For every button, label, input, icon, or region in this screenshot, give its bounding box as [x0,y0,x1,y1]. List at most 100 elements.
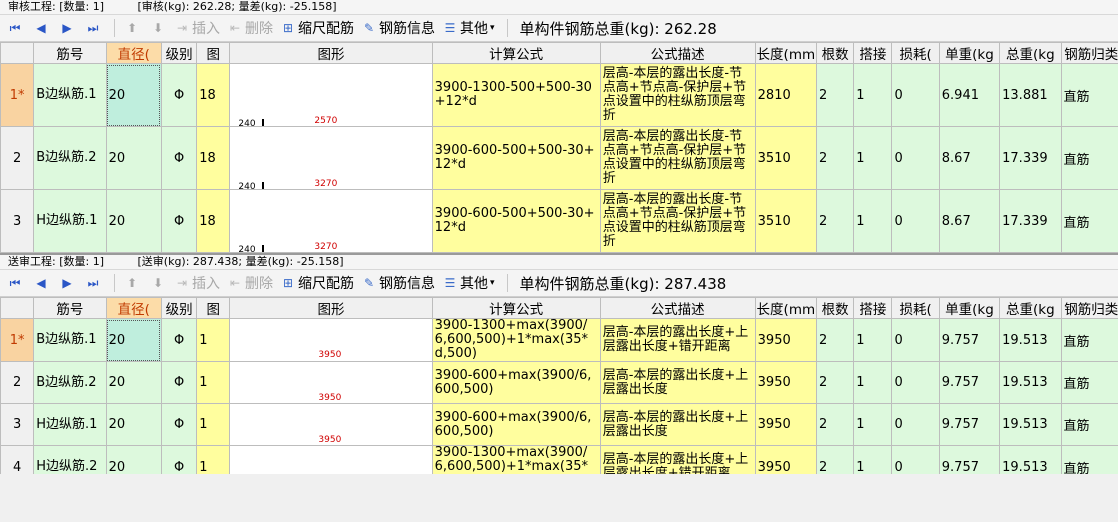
move-up-icon[interactable]: ⬆ [121,17,143,39]
column-header[interactable]: 单重(kg [938,297,1001,319]
loss-cell[interactable]: 0 [891,403,940,446]
lap-cell[interactable]: 1 [853,361,893,404]
unit-weight-cell[interactable]: 9.757 [938,445,1001,474]
last-record-icon[interactable]: ⏭ [82,272,104,294]
column-header[interactable]: 图形 [229,297,433,319]
table-row[interactable]: 1* B边纵筋.1 20 Φ 18 240 2570 3900-1300-500+500-30… [0,63,1118,127]
scale-rebar-button[interactable]: ⊞ 缩尺配筋 [279,17,356,39]
length-cell[interactable]: 3950 [754,318,818,362]
column-header[interactable]: 总重(kg [999,42,1062,64]
shape-cell[interactable]: 3950 [229,318,433,362]
formula-cell[interactable]: 3900-600+max(3900/6,600,500) [431,361,601,404]
loss-cell[interactable]: 0 [891,126,940,190]
shape-cell[interactable]: 240 3270 [229,126,433,190]
description-cell[interactable]: 层高-本层的露出长度-节点高+节点高-保护层+节点设置中的柱纵筋顶层弯折 [599,63,756,127]
grade-cell[interactable]: Φ [160,63,198,127]
insert-button[interactable]: ⇥ 插入 [173,272,222,294]
figure-cell[interactable]: 18 [196,189,231,253]
shape-cell[interactable]: 3950 [229,445,433,474]
next-record-icon[interactable]: ▶ [56,17,78,39]
diameter-cell[interactable]: 20 [105,445,162,474]
column-header[interactable]: 直径( [105,42,162,64]
move-down-icon[interactable]: ⬇ [147,17,169,39]
prev-record-icon[interactable]: ◀ [30,17,52,39]
rebar-name-cell[interactable]: H边纵筋.1 [33,403,107,446]
formula-cell[interactable]: 3900-600-500+500-30+12*d [431,189,601,253]
column-header[interactable]: 钢筋归类 [1060,42,1118,64]
rebar-name-cell[interactable]: B边纵筋.2 [33,126,107,190]
column-header[interactable]: 搭接 [853,297,893,319]
lap-cell[interactable]: 1 [853,318,893,362]
figure-cell[interactable]: 1 [196,445,231,474]
diameter-cell[interactable]: 20 [105,63,162,127]
column-header[interactable]: 筋号 [33,297,107,319]
column-header[interactable]: 根数 [816,42,855,64]
total-weight-cell[interactable]: 13.881 [999,63,1062,127]
lap-cell[interactable]: 1 [853,403,893,446]
table-row[interactable]: 1* B边纵筋.1 20 Φ 1 3950 3900-1300+max(3900/6,600… [0,318,1118,362]
scale-rebar-button[interactable]: ⊞ 缩尺配筋 [279,272,356,294]
description-cell[interactable]: 层高-本层的露出长度-节点高+节点高-保护层+节点设置中的柱纵筋顶层弯折 [599,189,756,253]
formula-cell[interactable]: 3900-1300-500+500-30+12*d [431,63,601,127]
loss-cell[interactable]: 0 [891,361,940,404]
count-cell[interactable]: 2 [816,445,855,474]
rebar-name-cell[interactable]: B边纵筋.1 [33,63,107,127]
figure-cell[interactable]: 1 [196,318,231,362]
move-down-icon[interactable]: ⬇ [147,272,169,294]
formula-cell[interactable]: 3900-600-500+500-30+12*d [431,126,601,190]
lap-cell[interactable]: 1 [853,189,893,253]
other-dropdown[interactable]: ☰ 其他 ▾ [441,17,497,39]
rebar-type-cell[interactable]: 直筋 [1060,126,1118,190]
column-header[interactable]: 单重(kg [938,42,1001,64]
length-cell[interactable]: 3950 [754,445,818,474]
length-cell[interactable]: 3510 [754,189,818,253]
diameter-cell[interactable]: 20 [105,318,162,362]
total-weight-cell[interactable]: 17.339 [999,189,1062,253]
unit-weight-cell[interactable]: 8.67 [938,126,1001,190]
grade-cell[interactable]: Φ [160,445,198,474]
rebar-name-cell[interactable]: B边纵筋.2 [33,361,107,404]
total-weight-cell[interactable]: 19.513 [999,318,1062,362]
count-cell[interactable]: 2 [816,361,855,404]
row-number[interactable]: 3 [0,403,35,446]
diameter-cell[interactable]: 20 [105,126,162,190]
shape-cell[interactable]: 240 2570 [229,63,433,127]
insert-button[interactable]: ⇥ 插入 [173,17,222,39]
formula-cell[interactable]: 3900-1300+max(3900/6,600,500)+1*max(35*d… [431,318,601,362]
description-cell[interactable]: 层高-本层的露出长度+上层露出长度+错开距离 [599,445,756,474]
column-header[interactable]: 损耗( [891,297,940,319]
prev-record-icon[interactable]: ◀ [30,272,52,294]
rebar-type-cell[interactable]: 直筋 [1060,318,1118,362]
lap-cell[interactable]: 1 [853,445,893,474]
shape-cell[interactable]: 3950 [229,361,433,404]
column-header[interactable]: 长度(mm [754,297,818,319]
column-header[interactable]: 搭接 [853,42,893,64]
row-number[interactable]: 1* [0,318,35,362]
rebar-type-cell[interactable]: 直筋 [1060,445,1118,474]
column-header[interactable]: 计算公式 [431,297,601,319]
column-header[interactable]: 根数 [816,297,855,319]
grade-cell[interactable]: Φ [160,361,198,404]
diameter-cell[interactable]: 20 [105,361,162,404]
unit-weight-cell[interactable]: 6.941 [938,63,1001,127]
column-header[interactable]: 级别 [160,297,198,319]
loss-cell[interactable]: 0 [891,189,940,253]
column-header[interactable]: 计算公式 [431,42,601,64]
rebar-name-cell[interactable]: H边纵筋.1 [33,189,107,253]
rebar-info-button[interactable]: ✎ 钢筋信息 [360,272,437,294]
row-number[interactable]: 3 [0,189,35,253]
lap-cell[interactable]: 1 [853,126,893,190]
grade-cell[interactable]: Φ [160,189,198,253]
total-weight-cell[interactable]: 17.339 [999,126,1062,190]
rebar-name-cell[interactable]: B边纵筋.1 [33,318,107,362]
figure-cell[interactable]: 1 [196,403,231,446]
unit-weight-cell[interactable]: 9.757 [938,318,1001,362]
count-cell[interactable]: 2 [816,126,855,190]
length-cell[interactable]: 2810 [754,63,818,127]
grade-cell[interactable]: Φ [160,126,198,190]
column-header[interactable]: 公式描述 [599,297,756,319]
loss-cell[interactable]: 0 [891,63,940,127]
first-record-icon[interactable]: ⏮ [4,272,26,294]
column-header[interactable]: 总重(kg [999,297,1062,319]
length-cell[interactable]: 3510 [754,126,818,190]
